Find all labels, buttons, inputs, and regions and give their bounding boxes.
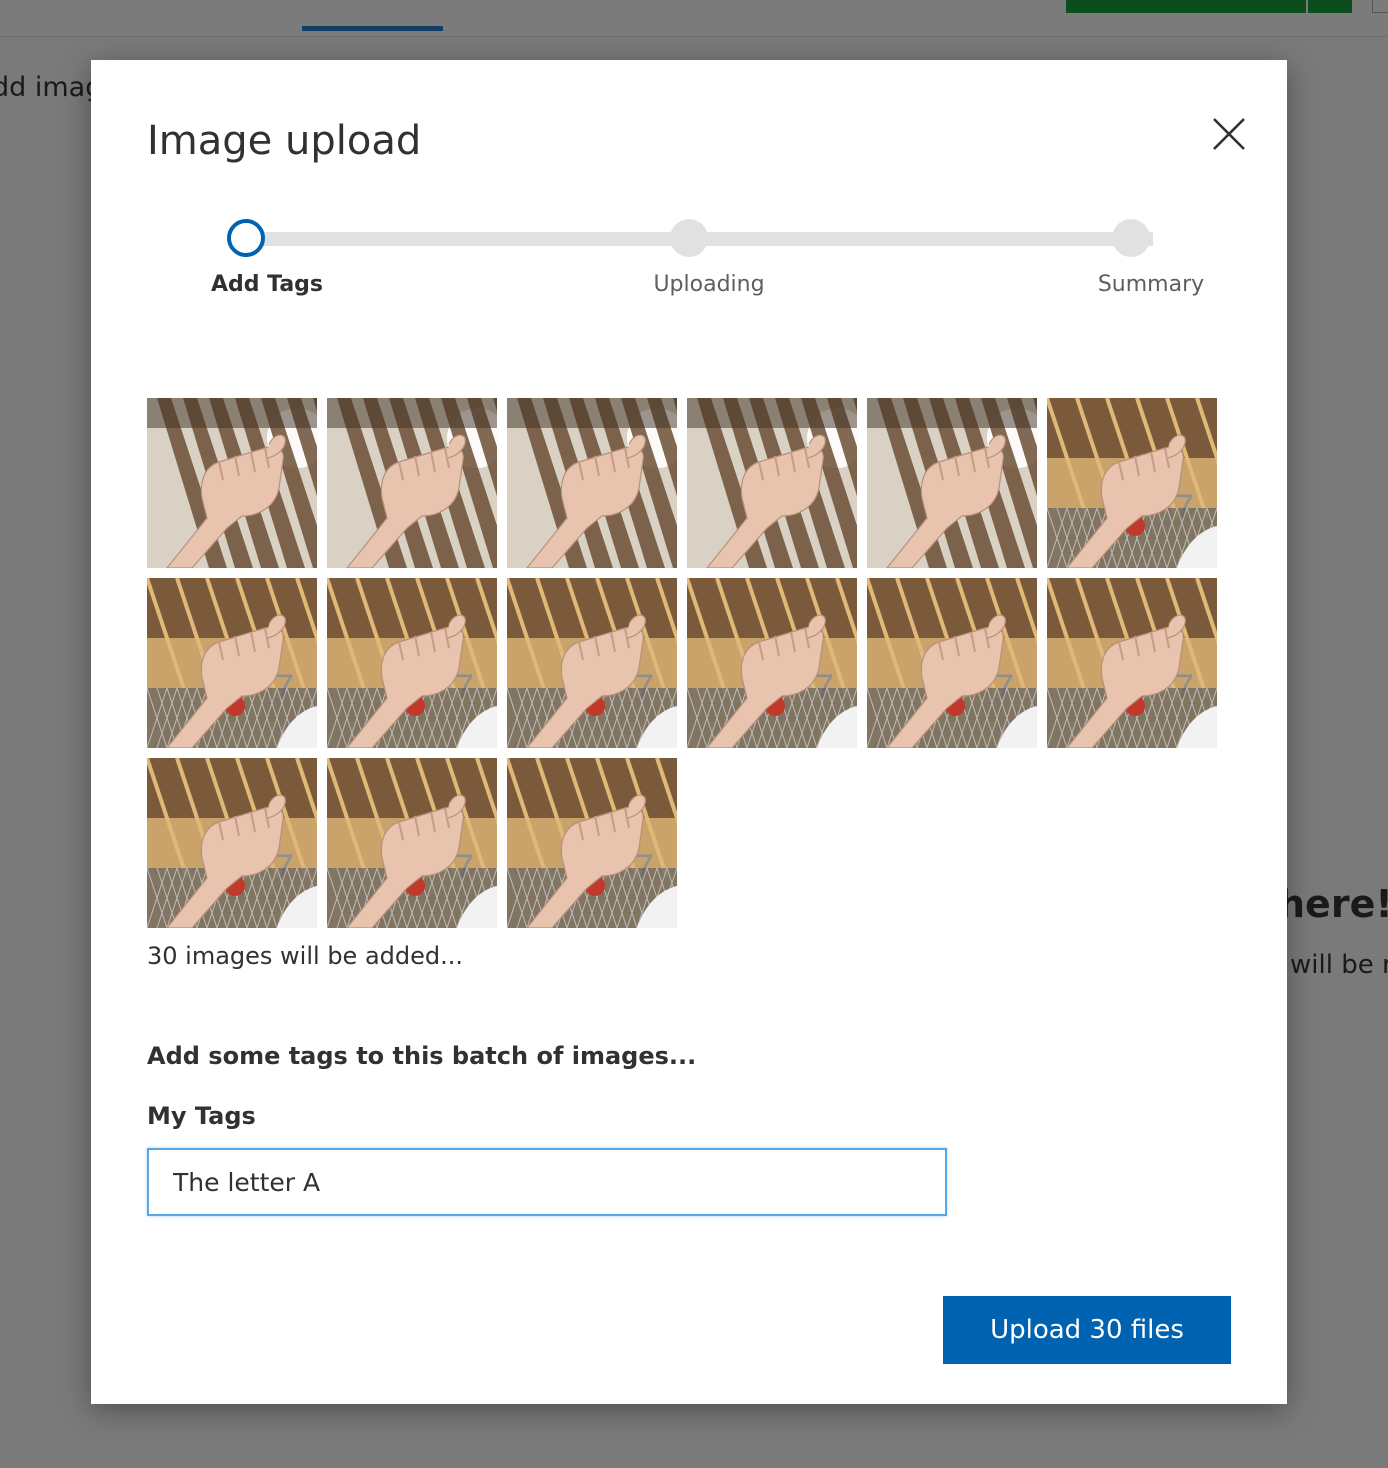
step-dot-uploading <box>670 219 708 257</box>
image-thumbnail[interactable] <box>507 398 677 568</box>
thumbnail-photo: 7 <box>687 578 857 748</box>
background-add-images-text: dd imag <box>0 72 103 103</box>
background-small-box <box>1372 0 1388 13</box>
thumbnail-photo: 7 <box>147 578 317 748</box>
thumbnail-photo: 7 <box>507 758 677 928</box>
image-count-text: 30 images will be added... <box>147 942 464 970</box>
image-thumbnail[interactable]: 7 <box>687 578 857 748</box>
background-heading-fragment: here! <box>1278 882 1388 926</box>
thumbnail-photo: 7 <box>867 578 1037 748</box>
background-body-fragment: will be r <box>1290 950 1388 980</box>
step-dot-add-tags <box>227 219 265 257</box>
image-thumbnail[interactable] <box>867 398 1037 568</box>
thumbnail-photo: 7 <box>507 578 677 748</box>
thumbnail-photo: 7 <box>327 758 497 928</box>
background-tab-indicator <box>302 26 443 31</box>
background-primary-button <box>1066 0 1306 13</box>
image-thumbnail[interactable]: 7 <box>147 758 317 928</box>
image-thumbnail[interactable]: 7 <box>507 758 677 928</box>
tags-input[interactable] <box>147 1148 947 1216</box>
image-thumbnail[interactable]: 7 <box>327 758 497 928</box>
thumbnail-photo: 7 <box>327 578 497 748</box>
image-thumbnail[interactable]: 7 <box>867 578 1037 748</box>
background-dropdown-button <box>1308 0 1352 13</box>
progress-stepper: Add Tags Uploading Summary <box>91 60 1287 320</box>
image-thumbnail[interactable]: 7 <box>1047 578 1217 748</box>
thumbnail-photo <box>687 398 857 568</box>
image-thumbnail[interactable]: 7 <box>507 578 677 748</box>
image-thumbnail[interactable]: 7 <box>1047 398 1217 568</box>
thumbnail-photo <box>327 398 497 568</box>
thumbnail-photo: 7 <box>1047 578 1217 748</box>
tags-heading: Add some tags to this batch of images... <box>147 1042 697 1070</box>
thumbnail-photo <box>867 398 1037 568</box>
image-thumbnail[interactable] <box>327 398 497 568</box>
step-label-summary: Summary <box>1097 272 1205 297</box>
step-label-uploading: Uploading <box>653 272 765 297</box>
step-dot-summary <box>1112 219 1150 257</box>
tags-label: My Tags <box>147 1102 256 1130</box>
thumbnail-photo: 7 <box>147 758 317 928</box>
image-thumbnail[interactable] <box>147 398 317 568</box>
image-thumbnail[interactable] <box>687 398 857 568</box>
image-thumbnail[interactable]: 7 <box>327 578 497 748</box>
thumbnail-photo <box>507 398 677 568</box>
thumbnail-photo: 7 <box>1047 398 1217 568</box>
thumbnail-photo <box>147 398 317 568</box>
image-thumbnail[interactable]: 7 <box>147 578 317 748</box>
step-label-add-tags: Add Tags <box>210 272 324 297</box>
image-upload-dialog: Image upload Add Tags Uploading Summary … <box>91 60 1287 1404</box>
upload-button[interactable]: Upload 30 files <box>943 1296 1231 1364</box>
